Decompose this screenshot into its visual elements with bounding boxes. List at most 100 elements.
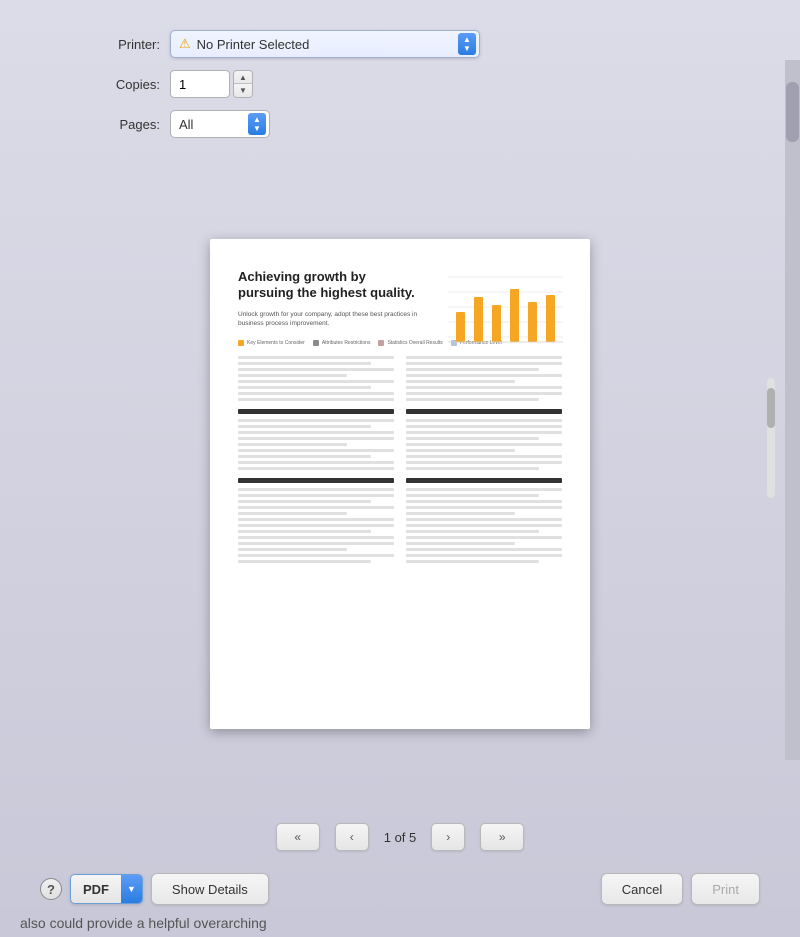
arrow-up-icon: ▲ [463, 36, 471, 44]
text-line [238, 455, 371, 458]
text-line [406, 455, 562, 458]
text-line [238, 449, 394, 452]
text-line [406, 398, 539, 401]
text-line [238, 380, 394, 383]
copies-increment-btn[interactable]: ▲ [234, 71, 252, 84]
text-line [238, 542, 394, 545]
text-line [406, 506, 562, 509]
text-line [406, 512, 515, 515]
pdf-dropdown-arrow-btn[interactable]: ▼ [121, 875, 142, 903]
text-line [406, 392, 562, 395]
legend-item-3: Statistics Overall Results [378, 340, 442, 346]
pages-label: Pages: [80, 117, 160, 132]
prev-page-btn[interactable]: ‹ [335, 823, 369, 851]
text-line [406, 530, 539, 533]
text-line [238, 419, 394, 422]
text-line [406, 467, 539, 470]
text-line [406, 518, 562, 521]
text-line [238, 512, 347, 515]
text-line-header [406, 409, 562, 414]
last-page-btn[interactable]: » [480, 823, 524, 851]
preview-scrollbar-thumb[interactable] [767, 388, 775, 428]
pdf-button[interactable]: PDF [71, 875, 121, 903]
text-line [238, 461, 394, 464]
page-navigation: « ‹ 1 of 5 › » [20, 809, 780, 865]
text-line [406, 362, 562, 365]
print-button[interactable]: Print [691, 873, 760, 905]
preview-container: Achieving growth by pursuing the highest… [20, 158, 780, 809]
pages-stepper-arrows: ▲ ▼ [248, 113, 266, 135]
show-details-button[interactable]: Show Details [151, 873, 269, 905]
pages-dropdown[interactable]: All ▲ ▼ [170, 110, 270, 138]
text-line [238, 518, 394, 521]
text-line [238, 437, 394, 440]
cancel-button[interactable]: Cancel [601, 873, 683, 905]
text-col-right [406, 356, 562, 566]
chart-svg [438, 267, 568, 357]
first-page-btn[interactable]: « [276, 823, 320, 851]
text-line [406, 524, 562, 527]
text-line [406, 431, 562, 434]
printer-warning-icon: ⚠ [179, 36, 191, 52]
text-line [238, 362, 371, 365]
text-line [238, 431, 394, 434]
text-line [406, 488, 562, 491]
text-line [238, 500, 371, 503]
printer-row: Printer: ⚠ No Printer Selected ▲ ▼ [80, 30, 760, 58]
text-line [238, 398, 394, 401]
pages-arrow-down-icon: ▼ [253, 125, 261, 133]
text-line [406, 536, 562, 539]
text-line [406, 437, 539, 440]
printer-stepper-arrows: ▲ ▼ [458, 33, 476, 55]
page-indicator: 1 of 5 [384, 830, 417, 845]
text-line [238, 374, 347, 377]
text-line [238, 443, 347, 446]
copies-input[interactable]: 1 [170, 70, 230, 98]
text-line-header [238, 409, 394, 414]
text-line [238, 560, 371, 563]
copies-stepper[interactable]: ▲ ▼ [233, 70, 253, 98]
pages-arrow-up-icon: ▲ [253, 116, 261, 124]
preview-scrollbar-track[interactable] [767, 378, 775, 498]
text-line [238, 554, 394, 557]
printer-dropdown[interactable]: ⚠ No Printer Selected ▲ ▼ [170, 30, 480, 58]
text-line [406, 500, 562, 503]
text-line [238, 368, 394, 371]
text-line [406, 356, 562, 359]
text-col-left [238, 356, 394, 566]
text-line [238, 494, 394, 497]
legend-item-1: Key Elements to Consider [238, 340, 305, 346]
text-line [406, 443, 562, 446]
legend-text-3: Statistics Overall Results [387, 340, 442, 346]
window-scrollbar[interactable] [785, 60, 800, 760]
print-dialog: Printer: ⚠ No Printer Selected ▲ ▼ Copie… [0, 0, 800, 937]
copies-row: Copies: 1 ▲ ▼ [80, 70, 760, 98]
copies-decrement-btn[interactable]: ▼ [234, 84, 252, 97]
bottom-text: also could provide a helpful overarching [0, 909, 800, 937]
text-line [238, 356, 394, 359]
text-columns [238, 356, 562, 566]
text-line [238, 392, 394, 395]
text-line [406, 548, 562, 551]
text-line [406, 374, 562, 377]
text-line [406, 554, 562, 557]
text-line [406, 494, 539, 497]
pages-row: Pages: All ▲ ▼ [80, 110, 760, 138]
window-scrollbar-thumb[interactable] [786, 82, 799, 142]
form-area: Printer: ⚠ No Printer Selected ▲ ▼ Copie… [20, 20, 780, 148]
doc-subtitle: Unlock growth for your company, adopt th… [238, 310, 418, 328]
text-line [238, 524, 394, 527]
help-button[interactable]: ? [40, 878, 62, 900]
copies-label: Copies: [80, 77, 160, 92]
printer-label: Printer: [80, 37, 160, 52]
legend-text-2: Attributes Restrictions [322, 340, 371, 346]
text-line [406, 380, 515, 383]
next-page-btn[interactable]: › [431, 823, 465, 851]
pdf-button-group[interactable]: PDF ▼ [70, 874, 143, 904]
text-line [238, 386, 371, 389]
text-line [406, 560, 539, 563]
text-line [406, 419, 562, 422]
text-line [406, 461, 562, 464]
text-line [406, 368, 539, 371]
text-line [238, 536, 394, 539]
